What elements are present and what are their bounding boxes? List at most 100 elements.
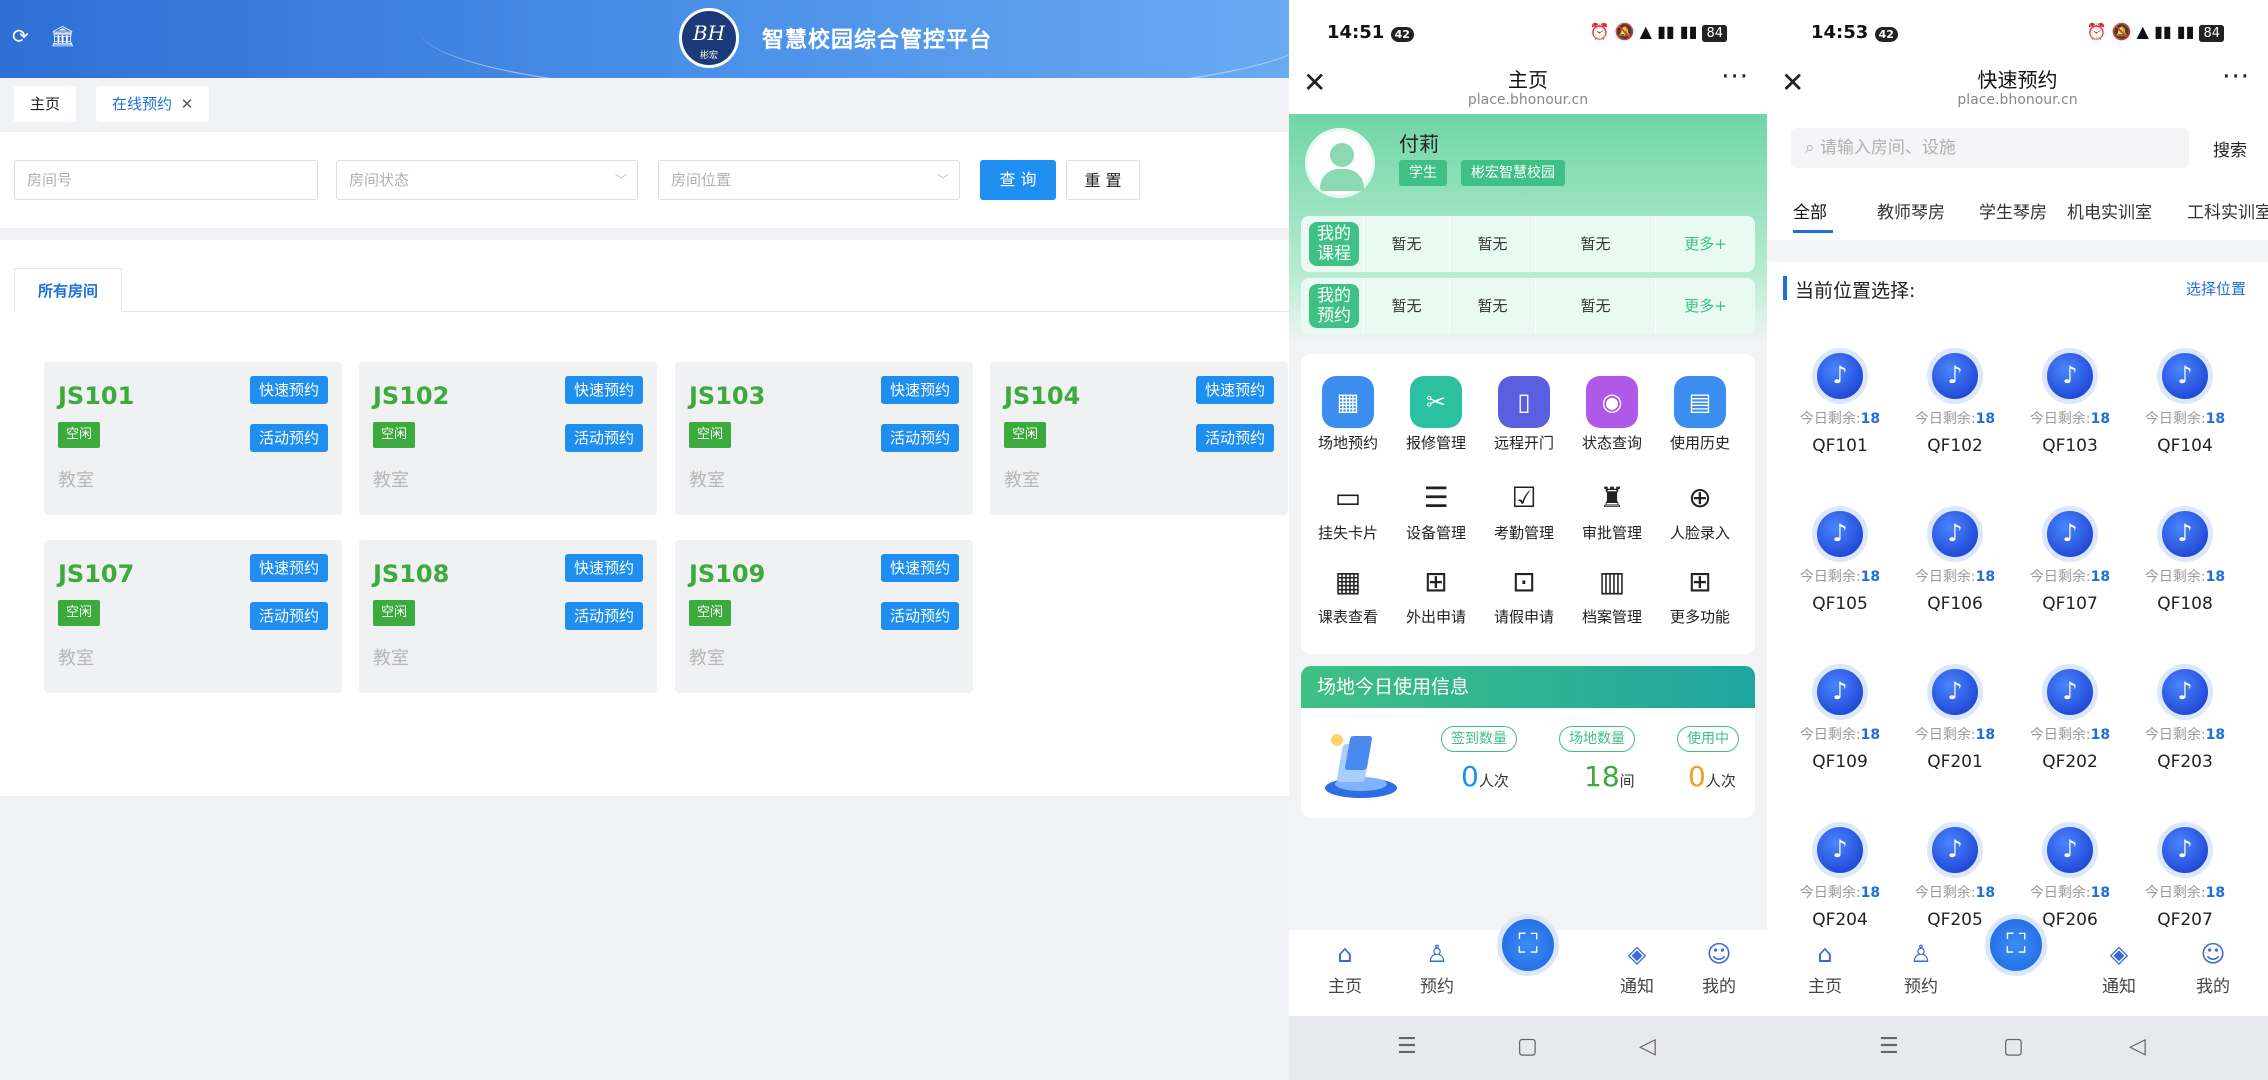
search-button[interactable]: 搜索 — [2213, 136, 2247, 161]
search-input[interactable]: ⌕ 请输入房间、设施 — [1791, 128, 2189, 168]
room-item[interactable]: ♪ 今日剩余:18 QF205 — [1900, 822, 2010, 930]
tab-mine[interactable]: ☺ 我的 — [2183, 940, 2243, 997]
grid-item-leave[interactable]: ⊡ 请假申请 — [1479, 562, 1569, 627]
activity-book-button[interactable]: 活动预约 — [564, 424, 643, 452]
room-name: QF207 — [2157, 910, 2213, 930]
tab-notice[interactable]: ◈ 通知 — [2089, 940, 2149, 997]
home-bank-icon[interactable]: 🏛 — [50, 24, 75, 48]
tab-home[interactable]: 主页 — [14, 86, 77, 122]
more-menu-icon[interactable]: ··· — [2222, 62, 2250, 92]
category-tab[interactable]: 学生琴房 — [1979, 198, 2047, 223]
tab-home[interactable]: ⌂ 主页 — [1795, 940, 1855, 997]
courses-more-link[interactable]: 更多+ — [1655, 216, 1755, 272]
room-item[interactable]: ♪ 今日剩余:18 QF203 — [2130, 664, 2240, 772]
room-card: JS109 空闲 教室 快速预约 活动预约 — [675, 540, 973, 693]
room-item[interactable]: ♪ 今日剩余:18 QF202 — [2015, 664, 2125, 772]
room-item[interactable]: ♪ 今日剩余:18 QF109 — [1785, 664, 1895, 772]
grid-item-status[interactable]: ◉ 状态查询 — [1567, 376, 1657, 453]
activity-book-button[interactable]: 活动预约 — [1195, 424, 1274, 452]
tab-mine[interactable]: ☺ 我的 — [1689, 940, 1749, 997]
tab-all-rooms[interactable]: 所有房间 — [14, 268, 122, 312]
grid-item-approval[interactable]: ♜ 审批管理 — [1567, 478, 1657, 543]
tab-home[interactable]: ⌂ 主页 — [1315, 940, 1375, 997]
avatar[interactable] — [1305, 128, 1375, 198]
out-icon: ⊞ — [1424, 565, 1448, 598]
grid-item-card[interactable]: ▭ 挂失卡片 — [1303, 478, 1393, 543]
home-square-icon[interactable]: ▢ — [1517, 1034, 1538, 1059]
menu-icon[interactable]: ☰ — [1397, 1034, 1417, 1059]
reset-button[interactable]: 重 置 — [1066, 160, 1140, 200]
category-tab[interactable]: 工科实训室 — [2187, 198, 2268, 223]
room-number-input[interactable]: 房间号 — [14, 160, 318, 200]
quick-book-button[interactable]: 快速预约 — [564, 376, 643, 404]
activity-book-button[interactable]: 活动预约 — [249, 602, 328, 630]
grid-item-calendar[interactable]: ▦ 场地预约 — [1303, 376, 1393, 453]
back-icon[interactable]: ◁ — [2129, 1034, 2146, 1059]
grid-item-attendance[interactable]: ☑ 考勤管理 — [1479, 478, 1569, 543]
status-badge: 空闲 — [689, 422, 732, 448]
quick-book-button[interactable]: 快速预约 — [1195, 376, 1274, 404]
activity-book-button[interactable]: 活动预约 — [880, 424, 959, 452]
tab-notice[interactable]: ◈ 通知 — [1607, 940, 1667, 997]
room-item[interactable]: ♪ 今日剩余:18 QF104 — [2130, 348, 2240, 456]
piano-icon: ♪ — [1812, 348, 1868, 404]
room-item[interactable]: ♪ 今日剩余:18 QF105 — [1785, 506, 1895, 614]
grid-item-door[interactable]: ▯ 远程开门 — [1479, 376, 1569, 453]
category-tab[interactable]: 教师琴房 — [1877, 198, 1945, 223]
quick-book-button[interactable]: 快速预约 — [249, 376, 328, 404]
room-location-select[interactable]: 房间位置 ﹀ — [658, 160, 960, 200]
room-item[interactable]: ♪ 今日剩余:18 QF106 — [1900, 506, 2010, 614]
room-item[interactable]: ♪ 今日剩余:18 QF107 — [2015, 506, 2125, 614]
room-status-select[interactable]: 房间状态 ﹀ — [336, 160, 638, 200]
room-item[interactable]: ♪ 今日剩余:18 QF103 — [2015, 348, 2125, 456]
more-menu-icon[interactable]: ··· — [1721, 62, 1749, 92]
grid-item-schedule[interactable]: ▦ 课表查看 — [1303, 562, 1393, 627]
home-icon: ⌂ — [1817, 940, 1833, 968]
grid-item-archive[interactable]: ▥ 档案管理 — [1567, 562, 1657, 627]
close-icon[interactable]: ✕ — [181, 95, 194, 113]
activity-book-button[interactable]: 活动预约 — [880, 602, 959, 630]
room-item[interactable]: ♪ 今日剩余:18 QF108 — [2130, 506, 2240, 614]
scan-button[interactable]: ⛶ — [1985, 914, 2047, 976]
tab-booking[interactable]: ♙ 预约 — [1891, 940, 1951, 997]
piano-icon: ♪ — [1927, 664, 1983, 720]
activity-book-button[interactable]: 活动预约 — [564, 602, 643, 630]
home-square-icon[interactable]: ▢ — [2003, 1034, 2024, 1059]
activity-book-button[interactable]: 活动预约 — [249, 424, 328, 452]
more-icon: ⊞ — [1688, 565, 1712, 598]
refresh-icon[interactable]: ⟳ — [12, 24, 29, 48]
room-item[interactable]: ♪ 今日剩余:18 QF201 — [1900, 664, 2010, 772]
nav-bar: ✕ 快速预约 place.bhonour.cn ··· — [1767, 56, 2268, 114]
quick-book-button[interactable]: 快速预约 — [249, 554, 328, 582]
room-item[interactable]: ♪ 今日剩余:18 QF206 — [2015, 822, 2125, 930]
menu-icon[interactable]: ☰ — [1879, 1034, 1899, 1059]
grid-item-more[interactable]: ⊞ 更多功能 — [1655, 562, 1745, 627]
category-tab[interactable]: 机电实训室 — [2067, 198, 2152, 223]
room-item[interactable]: ♪ 今日剩余:18 QF204 — [1785, 822, 1895, 930]
room-item[interactable]: ♪ 今日剩余:18 QF101 — [1785, 348, 1895, 456]
scan-button[interactable]: ⛶ — [1497, 914, 1559, 976]
quick-book-button[interactable]: 快速预约 — [564, 554, 643, 582]
remaining-label: 今日剩余: — [1799, 885, 1861, 901]
category-tab[interactable]: 全部 — [1793, 198, 1827, 223]
grid-item-tools[interactable]: ✂ 报修管理 — [1391, 376, 1481, 453]
room-name: JS102 — [373, 382, 450, 410]
remaining-label: 今日剩余: — [1799, 727, 1861, 743]
tab-online-booking[interactable]: 在线预约 ✕ — [96, 86, 210, 122]
room-item[interactable]: ♪ 今日剩余:18 QF207 — [2130, 822, 2240, 930]
grid-item-history[interactable]: ▤ 使用历史 — [1655, 376, 1745, 453]
remaining-value: 18 — [2090, 727, 2111, 743]
reservations-more-link[interactable]: 更多+ — [1655, 278, 1755, 334]
query-button[interactable]: 查 询 — [980, 160, 1056, 200]
choose-position-link[interactable]: 选择位置 — [2186, 278, 2246, 299]
grid-item-out[interactable]: ⊞ 外出申请 — [1391, 562, 1481, 627]
grid-item-face[interactable]: ⊕ 人脸录入 — [1655, 478, 1745, 543]
schedule-icon: ▦ — [1334, 565, 1362, 598]
quick-book-button[interactable]: 快速预约 — [880, 376, 959, 404]
room-item[interactable]: ♪ 今日剩余:18 QF102 — [1900, 348, 2010, 456]
quick-book-button[interactable]: 快速预约 — [880, 554, 959, 582]
back-icon[interactable]: ◁ — [1639, 1034, 1656, 1059]
grid-item-device[interactable]: ☰ 设备管理 — [1391, 478, 1481, 543]
piano-icon: ♪ — [2157, 664, 2213, 720]
tab-booking[interactable]: ♙ 预约 — [1407, 940, 1467, 997]
